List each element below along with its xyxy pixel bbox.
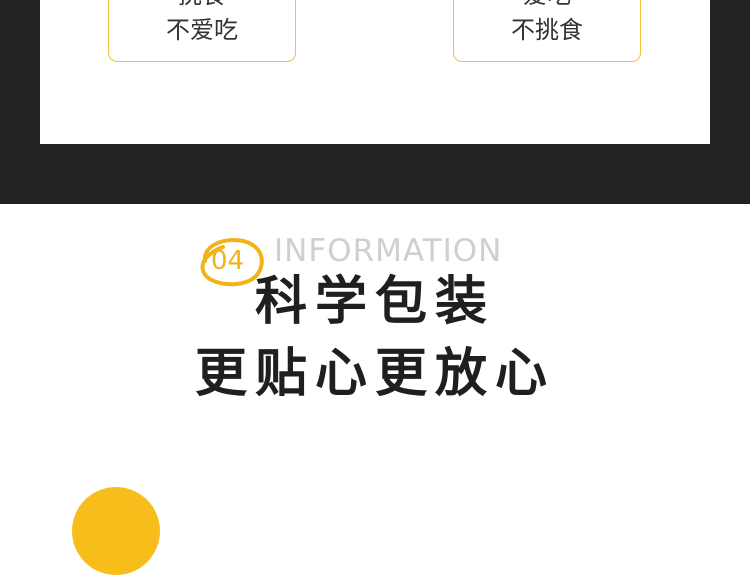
yellow-circle-decoration (72, 487, 160, 575)
section-headline-2: 更贴心更放心 (194, 344, 555, 404)
label-box-picky: 挑食 不爱吃 (108, 0, 296, 62)
label-picky-line1: 挑食 (109, 0, 295, 7)
section-number: 04 (211, 246, 245, 276)
section-headline-1: 科学包装 (254, 272, 495, 332)
section-english-title: INFORMATION (274, 233, 503, 269)
label-box-loves-eating: 爱吃 不挑食 (453, 0, 641, 62)
comparison-card: 挑食 不爱吃 爱吃 不挑食 (40, 0, 710, 144)
label-loves-line1: 爱吃 (454, 0, 640, 7)
packaging-section: 04 INFORMATION 科学包装 更贴心更放心 (0, 204, 750, 500)
label-picky-line2: 不爱吃 (166, 16, 238, 44)
label-loves-line2: 不挑食 (511, 16, 583, 44)
